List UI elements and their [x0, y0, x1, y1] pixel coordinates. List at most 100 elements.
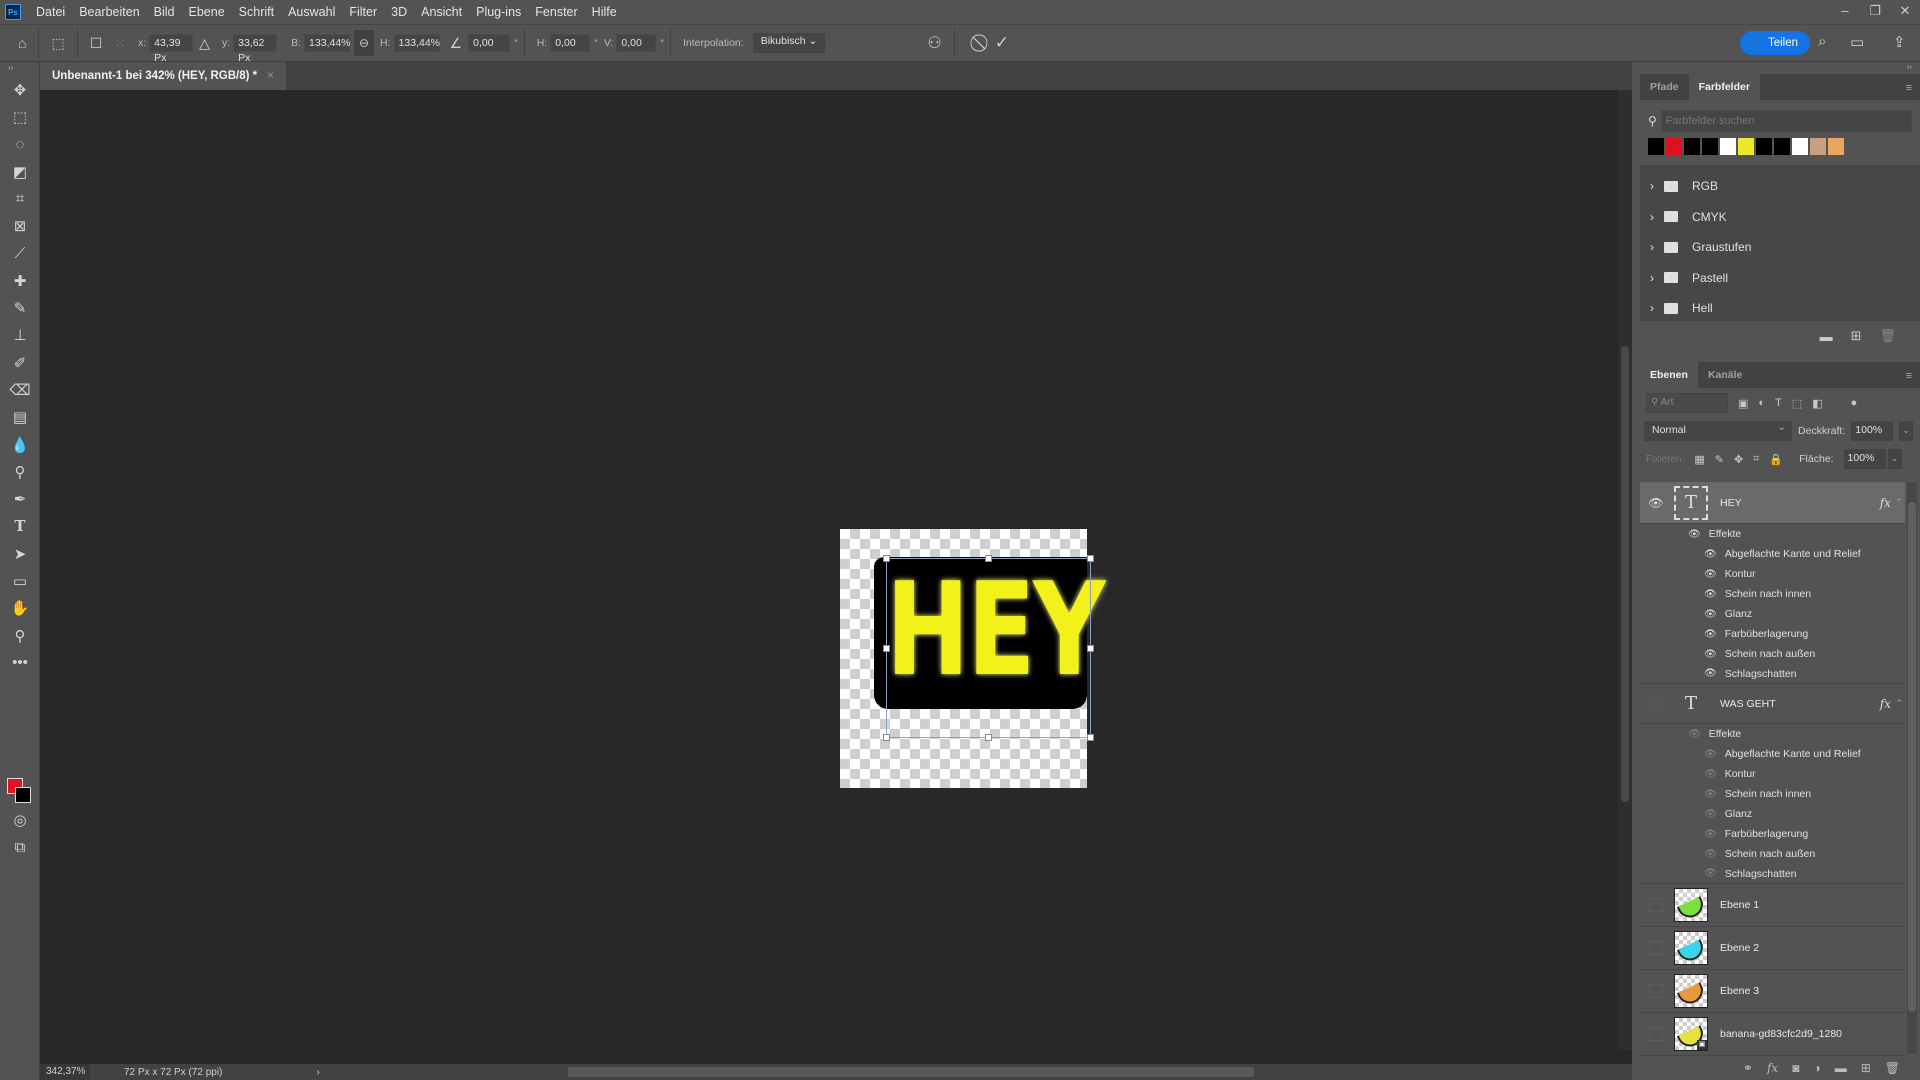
collapse-effects-icon[interactable]: ⌃ [1895, 698, 1903, 709]
effect-bevel-emboss[interactable]: 👁 Abgeflachte Kante und Relief [1640, 544, 1905, 564]
layer-ebene-1[interactable]: Ebene 1 [1640, 884, 1905, 927]
blur-tool-icon[interactable]: 💧 [0, 431, 40, 458]
visibility-eye-icon[interactable]: 👁 [1704, 749, 1717, 760]
document-canvas[interactable]: HEY [840, 529, 1105, 788]
cancel-transform-icon[interactable]: ⃠ [977, 33, 989, 53]
collapse-effects-icon[interactable]: ⌃ [1895, 497, 1903, 508]
swatch[interactable] [1828, 138, 1844, 155]
tab-kanaele[interactable]: Kanäle [1698, 362, 1752, 388]
object-selection-tool-icon[interactable]: ◩ [0, 158, 40, 185]
effect-color-overlay[interactable]: 👁 Farbüberlagerung [1640, 824, 1905, 844]
swatch[interactable] [1756, 138, 1772, 155]
layer-was-geht[interactable]: T WAS GEHT fx ⌃ [1640, 684, 1905, 724]
swatch-group-graustufen[interactable]: › Graustufen [1640, 232, 1920, 263]
canvas-area[interactable]: HEY [40, 90, 1632, 1064]
eyedropper-tool-icon[interactable]: ⟋ [0, 240, 40, 267]
hand-tool-icon[interactable]: ✋ [0, 595, 40, 622]
zoom-tool-icon[interactable]: ⚲ [0, 622, 40, 649]
clone-stamp-tool-icon[interactable]: ⊥ [0, 322, 40, 349]
scrollbar-thumb[interactable] [1621, 346, 1629, 802]
chevron-right-icon[interactable]: › [1650, 210, 1654, 224]
menu-3d[interactable]: 3D [384, 0, 414, 24]
lock-position-icon[interactable]: ✥ [1734, 453, 1743, 466]
chevron-right-icon[interactable]: › [1650, 301, 1654, 315]
background-color-swatch[interactable] [15, 787, 31, 803]
y-position-field[interactable]: 33,62 Px [233, 34, 278, 64]
home-icon[interactable]: ⌂ [12, 35, 32, 51]
path-selection-tool-icon[interactable]: ➤ [0, 540, 40, 567]
collapse-panels-icon[interactable]: ›› [1640, 62, 1920, 74]
crop-tool-icon[interactable]: ⌗ [0, 185, 40, 212]
transform-handle-top-right[interactable] [1087, 555, 1094, 562]
visibility-eye-icon[interactable]: 👁 [1704, 769, 1717, 780]
collapse-toolbar-icon[interactable]: ›› [0, 62, 39, 76]
effect-outer-glow[interactable]: 👁 Schein nach außen [1640, 844, 1905, 864]
visibility-eye-icon[interactable]: 👁 [1704, 868, 1717, 879]
fx-icon[interactable]: fx [1880, 697, 1891, 711]
menu-auswahl[interactable]: Auswahl [281, 0, 342, 24]
tab-farbfelder[interactable]: Farbfelder [1688, 74, 1760, 100]
menu-ebene[interactable]: Ebene [182, 0, 232, 24]
search-icon[interactable]: ⌕ [1818, 33, 1826, 50]
gradient-tool-icon[interactable]: ▤ [0, 404, 40, 431]
lock-transparency-icon[interactable]: ▦ [1694, 453, 1704, 466]
visibility-eye-icon[interactable]: 👁 [1704, 849, 1717, 860]
lock-artboard-icon[interactable]: ⌗ [1753, 453, 1759, 466]
effect-inner-glow[interactable]: 👁 Schein nach innen [1640, 584, 1905, 604]
menu-hilfe[interactable]: Hilfe [585, 0, 624, 24]
rectangle-tool-icon[interactable]: ▭ [0, 567, 40, 594]
adjustment-layer-icon[interactable]: ◑ [1813, 1061, 1820, 1075]
status-menu-arrow[interactable]: › [316, 1067, 319, 1078]
filter-toggle-icon[interactable]: ● [1851, 397, 1858, 409]
transform-handle-top-left[interactable] [883, 555, 890, 562]
visibility-eye-icon[interactable]: 👁 [1704, 649, 1717, 660]
chevron-right-icon[interactable]: › [1650, 179, 1654, 193]
visibility-toggle[interactable] [1649, 1027, 1663, 1041]
restore-button[interactable]: ❐ [1860, 0, 1890, 24]
link-aspect-icon[interactable]: ⊖ [354, 30, 375, 56]
fill-field[interactable]: 100% [1843, 449, 1886, 469]
transform-handle-bottom-left[interactable] [883, 734, 890, 741]
panel-menu-icon[interactable]: ≡ [1906, 82, 1912, 94]
visibility-eye-icon[interactable]: 👁 [1704, 609, 1717, 620]
swatch[interactable] [1720, 138, 1736, 155]
add-mask-icon[interactable]: ◙ [1792, 1061, 1799, 1075]
frame-tool-icon[interactable]: ⊠ [0, 212, 40, 239]
lock-pixels-icon[interactable]: ✎ [1715, 453, 1724, 466]
more-tools-icon[interactable]: ••• [0, 649, 40, 676]
swatch-group-rgb[interactable]: › RGB [1640, 171, 1920, 202]
new-swatch-icon[interactable]: ⊞ [1851, 328, 1862, 344]
new-group-folder-icon[interactable]: ▬ [1820, 329, 1833, 344]
effect-satin[interactable]: 👁 Glanz [1640, 604, 1905, 624]
layer-filter-kind[interactable]: ⚲ Art [1646, 393, 1728, 413]
transform-handle-bottom[interactable] [985, 734, 992, 741]
swatch-group-cmyk[interactable]: › CMYK [1640, 202, 1920, 233]
visibility-eye-icon[interactable]: 👁 [1704, 549, 1717, 560]
screen-mode-icon[interactable]: ⧉ [0, 834, 40, 861]
tab-pfade[interactable]: Pfade [1640, 74, 1689, 100]
visibility-toggle[interactable] [1649, 898, 1663, 912]
swatch[interactable] [1648, 138, 1664, 155]
link-layers-icon[interactable]: ⚭ [1743, 1061, 1753, 1075]
visibility-eye-icon[interactable]: 👁 [1704, 789, 1717, 800]
transform-handle-left[interactable] [883, 645, 890, 652]
visibility-toggle[interactable] [1649, 984, 1663, 998]
filter-shape-icon[interactable]: ⬚ [1792, 397, 1802, 410]
effect-bevel-emboss[interactable]: 👁 Abgeflachte Kante und Relief [1640, 744, 1905, 764]
warp-mode-icon[interactable]: ⚇ [921, 33, 947, 53]
menu-datei[interactable]: Datei [29, 0, 72, 24]
x-position-field[interactable]: 43,39 Px [149, 34, 194, 64]
menu-schrift[interactable]: Schrift [232, 0, 281, 24]
reference-point-toggle[interactable]: ☐ [84, 35, 109, 52]
layer-banana-smart-object[interactable]: ▣ banana-gd83cfc2d9_1280 [1640, 1013, 1905, 1056]
layers-scrollbar[interactable] [1907, 482, 1917, 1054]
effect-stroke[interactable]: 👁 Kontur [1640, 564, 1905, 584]
swatch[interactable] [1666, 138, 1682, 155]
layer-ebene-3[interactable]: Ebene 3 [1640, 970, 1905, 1013]
delete-swatch-icon[interactable]: 🗑 [1879, 328, 1896, 344]
add-layer-style-icon[interactable]: fx [1767, 1061, 1778, 1075]
move-tool-icon[interactable]: ✥ [0, 76, 40, 103]
tab-ebenen[interactable]: Ebenen [1640, 362, 1698, 388]
delta-icon[interactable]: △ [193, 35, 216, 52]
filter-adjustment-icon[interactable]: ◐ [1758, 397, 1765, 409]
